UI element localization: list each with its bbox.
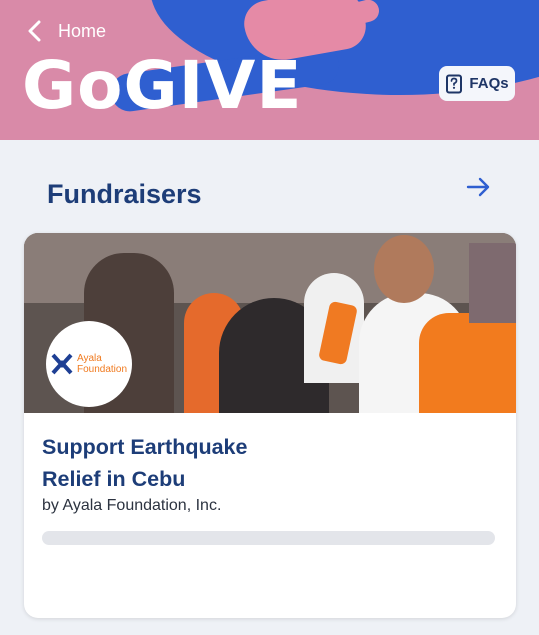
section-title: Fundraisers: [47, 179, 202, 209]
back-label: Home: [58, 20, 107, 41]
fundraiser-card[interactable]: Ayala Foundation Support Earthquake Reli…: [24, 233, 516, 618]
organizer-logo: Ayala Foundation: [46, 321, 132, 407]
help-book-icon: [446, 74, 463, 93]
ayala-logo-icon: [51, 353, 73, 375]
fundraisers-section: Fundraisers Ayala Foundation Support Ear…: [0, 155, 539, 635]
fundraiser-organizer: by Ayala Foundation, Inc.: [42, 497, 222, 514]
logo-text-line2: Foundation: [76, 364, 128, 375]
chevron-left-icon: [28, 20, 41, 42]
logo-text-line1: Ayala: [76, 353, 102, 364]
hero-banner: Home GoGIVE FAQs: [0, 0, 539, 140]
arrow-right-icon[interactable]: [466, 177, 492, 197]
back-button[interactable]: Home: [26, 20, 106, 42]
faqs-button[interactable]: FAQs: [439, 66, 515, 101]
brand-logo: GoGIVE: [22, 47, 303, 124]
logo-text: Ayala Foundation: [77, 353, 127, 375]
donation-progress-bar: [42, 531, 495, 545]
faqs-label: FAQs: [469, 75, 509, 92]
fundraiser-photo: Ayala Foundation: [24, 233, 516, 413]
fundraiser-title: Support Earthquake Relief in Cebu: [42, 435, 248, 491]
